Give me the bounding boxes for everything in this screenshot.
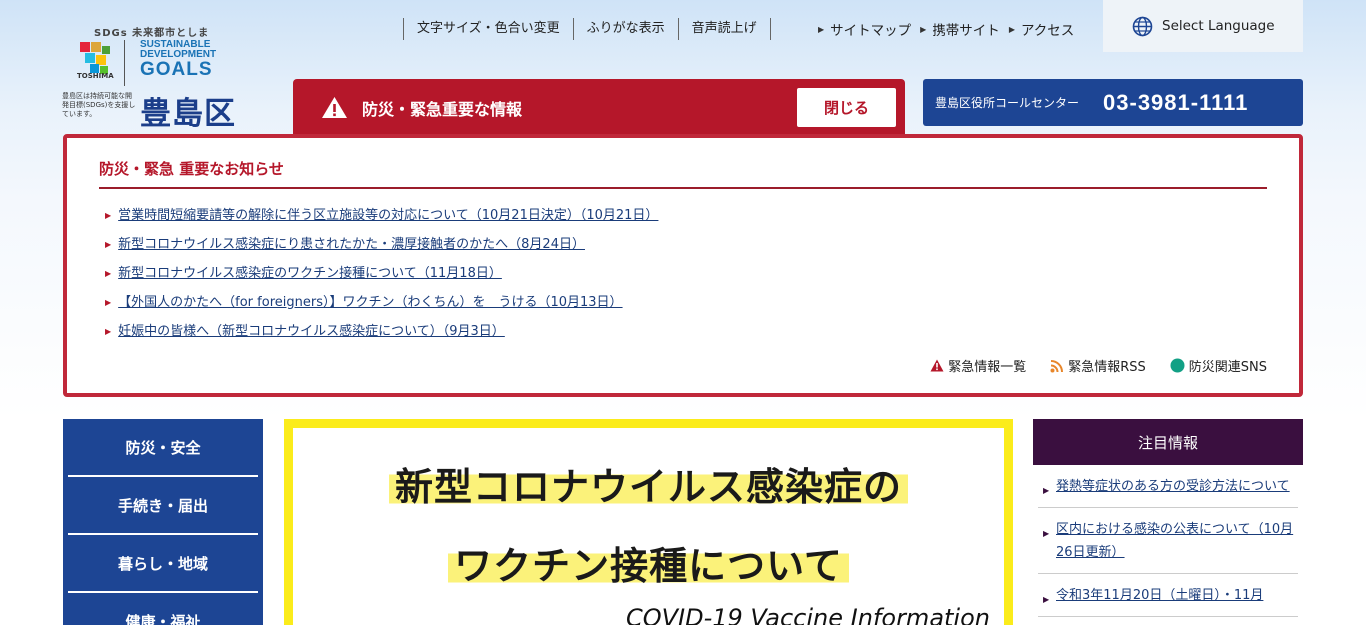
access-link[interactable]: ▶ アクセス	[1009, 19, 1074, 39]
sdgs-line-3: GOALS	[140, 59, 213, 80]
link-nav: ▶ サイトマップ ▶ 携帯サイト ▶ アクセス	[818, 19, 1083, 39]
list-item: ▶ 令和3年11月20日（土曜日）・11月	[1038, 574, 1298, 617]
toshima-mark-icon	[80, 42, 114, 76]
call-center-label: 豊島区役所コールセンター	[935, 96, 1080, 110]
nav-item-safety[interactable]: 防災・安全	[68, 419, 258, 477]
featured-list: ▶ 発熱等症状のある方の受診方法について ▶ 区内における感染の公表について（10月…	[1033, 465, 1303, 617]
emergency-list-link[interactable]: 緊急情報一覧	[930, 356, 1026, 375]
featured-link[interactable]: 発熱等症状のある方の受診方法について	[1056, 479, 1290, 494]
nav-item-procedures[interactable]: 手続き・届出	[68, 477, 258, 535]
featured-info-title: 注目情報	[1033, 419, 1303, 465]
banner-english-title: COVID-19 Vaccine Information	[625, 604, 990, 625]
read-aloud-link[interactable]: 音声読上げ	[677, 18, 771, 40]
featured-info: 注目情報 ▶ 発熱等症状のある方の受診方法について ▶ 区内における感染の公表につい…	[1033, 419, 1303, 625]
banner-line-2: ワクチン接種について	[293, 535, 1004, 590]
panel-links: 緊急情報一覧 緊急情報RSS 防災関連SNS	[906, 356, 1267, 375]
panel-divider	[99, 187, 1267, 189]
triangle-right-icon: ▶	[105, 239, 112, 249]
emergency-tab: 防災・緊急重要な情報 閉じる	[293, 79, 905, 136]
triangle-right-icon: ▶	[818, 24, 825, 34]
emergency-link[interactable]: 【外国人のかたへ（for foreigners）】ワクチン（わくちん）を うける…	[118, 291, 622, 315]
emergency-link[interactable]: 妊娠中の皆様へ（新型コロナウイルス感染症について）（9月3日）	[118, 320, 505, 344]
triangle-right-icon: ▶	[1043, 486, 1050, 495]
mobile-site-label: 携帯サイト	[932, 23, 1000, 39]
banner-line-2-text: ワクチン接種について	[448, 544, 849, 588]
triangle-right-icon: ▶	[920, 24, 927, 34]
list-item: ▶ 発熱等症状のある方の受診方法について	[1038, 465, 1298, 508]
triangle-right-icon: ▶	[1043, 529, 1050, 538]
emergency-link[interactable]: 営業時間短縮要請等の解除に伴う区立施設等の対応について（10月21日決定）（10…	[118, 204, 658, 228]
banner-line-1: 新型コロナウイルス感染症の	[293, 456, 1004, 511]
list-item: ▶ 営業時間短縮要請等の解除に伴う区立施設等の対応について（10月21日決定）（1…	[105, 201, 658, 230]
nav-item-health[interactable]: 健康・福祉	[68, 593, 258, 625]
furigana-link[interactable]: ふりがな表示	[572, 18, 678, 40]
sitemap-link[interactable]: ▶ サイトマップ	[818, 19, 911, 39]
list-item: ▶ 区内における感染の公表について（10月26日更新）	[1038, 508, 1298, 574]
close-button[interactable]: 閉じる	[797, 88, 896, 127]
triangle-right-icon: ▶	[105, 297, 112, 307]
sdgs-tagline: SDGs 未来都市としま	[94, 28, 210, 39]
triangle-right-icon: ▶	[1043, 595, 1050, 604]
list-item: ▶ 【外国人のかたへ（for foreigners）】ワクチン（わくちん）を うけ…	[105, 288, 658, 317]
triangle-right-icon: ▶	[105, 268, 112, 278]
warning-icon	[322, 97, 347, 118]
nav-item-living[interactable]: 暮らし・地域	[68, 535, 258, 593]
sdgs-goals-logo: SUSTAINABLE DEVELOPMENT GOALS	[140, 40, 216, 80]
banner-line-1-text: 新型コロナウイルス感染症の	[388, 465, 908, 509]
globe-icon	[1132, 16, 1153, 36]
featured-link[interactable]: 令和3年11月20日（土曜日）・11月	[1056, 588, 1263, 603]
sdgs-support-note: 豊島区は持続可能な開発目標(SDGs)を支援しています。	[62, 92, 136, 118]
list-item: ▶ 新型コロナウイルス感染症のワクチン接種について（11月18日）	[105, 259, 658, 288]
triangle-right-icon: ▶	[105, 326, 112, 336]
access-label: アクセス	[1020, 23, 1075, 39]
list-item: ▶ 妊娠中の皆様へ（新型コロナウイルス感染症について）（9月3日）	[105, 317, 658, 346]
featured-link[interactable]: 区内における感染の公表について（10月26日更新）	[1056, 522, 1293, 560]
toshima-wordmark: TOSHIMA	[77, 72, 114, 80]
disaster-sns-label: 防災関連SNS	[1188, 360, 1267, 375]
select-language-button[interactable]: Select Language	[1103, 0, 1303, 52]
utility-nav: 文字サイズ・色合い変更 ふりがな表示 音声読上げ	[403, 17, 771, 41]
emergency-link[interactable]: 新型コロナウイルス感染症にり患されたかた・濃厚接触者のかたへ（8月24日）	[118, 233, 585, 257]
emergency-panel: 防災・緊急 重要なお知らせ ▶ 営業時間短縮要請等の解除に伴う区立施設等の対応につ…	[63, 134, 1303, 397]
site-logo[interactable]: SDGs 未来都市としま TOSHIMA SUSTAINABLE DEVELOP…	[62, 24, 252, 134]
list-item: ▶ 新型コロナウイルス感染症にり患されたかた・濃厚接触者のかたへ（8月24日）	[105, 230, 658, 259]
triangle-right-icon: ▶	[1008, 24, 1015, 34]
select-language-label: Select Language	[1162, 18, 1275, 34]
call-center-box: 豊島区役所コールセンター 03-3981-1111	[923, 79, 1303, 126]
mobile-site-link[interactable]: ▶ 携帯サイト	[920, 19, 1000, 39]
emergency-list: ▶ 営業時間短縮要請等の解除に伴う区立施設等の対応について（10月21日決定）（1…	[105, 201, 658, 346]
category-nav: 防災・安全 手続き・届出 暮らし・地域 健康・福祉	[63, 419, 263, 625]
emergency-list-label: 緊急情報一覧	[948, 360, 1027, 375]
emergency-rss-link[interactable]: 緊急情報RSS	[1050, 356, 1146, 375]
logo-divider	[124, 40, 125, 86]
vaccine-banner[interactable]: 新型コロナウイルス感染症の ワクチン接種について COVID-19 Vaccin…	[284, 419, 1013, 625]
ward-name: 豊島区	[140, 96, 236, 132]
sns-bubble-icon	[1170, 358, 1185, 373]
emergency-panel-title: 防災・緊急 重要なお知らせ	[99, 160, 284, 178]
rss-icon	[1050, 359, 1064, 372]
sitemap-label: サイトマップ	[830, 23, 912, 39]
warning-icon	[930, 359, 944, 372]
emergency-link[interactable]: 新型コロナウイルス感染症のワクチン接種について（11月18日）	[118, 262, 502, 286]
emergency-rss-label: 緊急情報RSS	[1068, 360, 1146, 375]
font-size-color-link[interactable]: 文字サイズ・色合い変更	[403, 18, 573, 40]
emergency-tab-title: 防災・緊急重要な情報	[362, 99, 523, 119]
triangle-right-icon: ▶	[105, 210, 112, 220]
call-center-number[interactable]: 03-3981-1111	[1103, 90, 1248, 116]
disaster-sns-link[interactable]: 防災関連SNS	[1170, 356, 1267, 375]
